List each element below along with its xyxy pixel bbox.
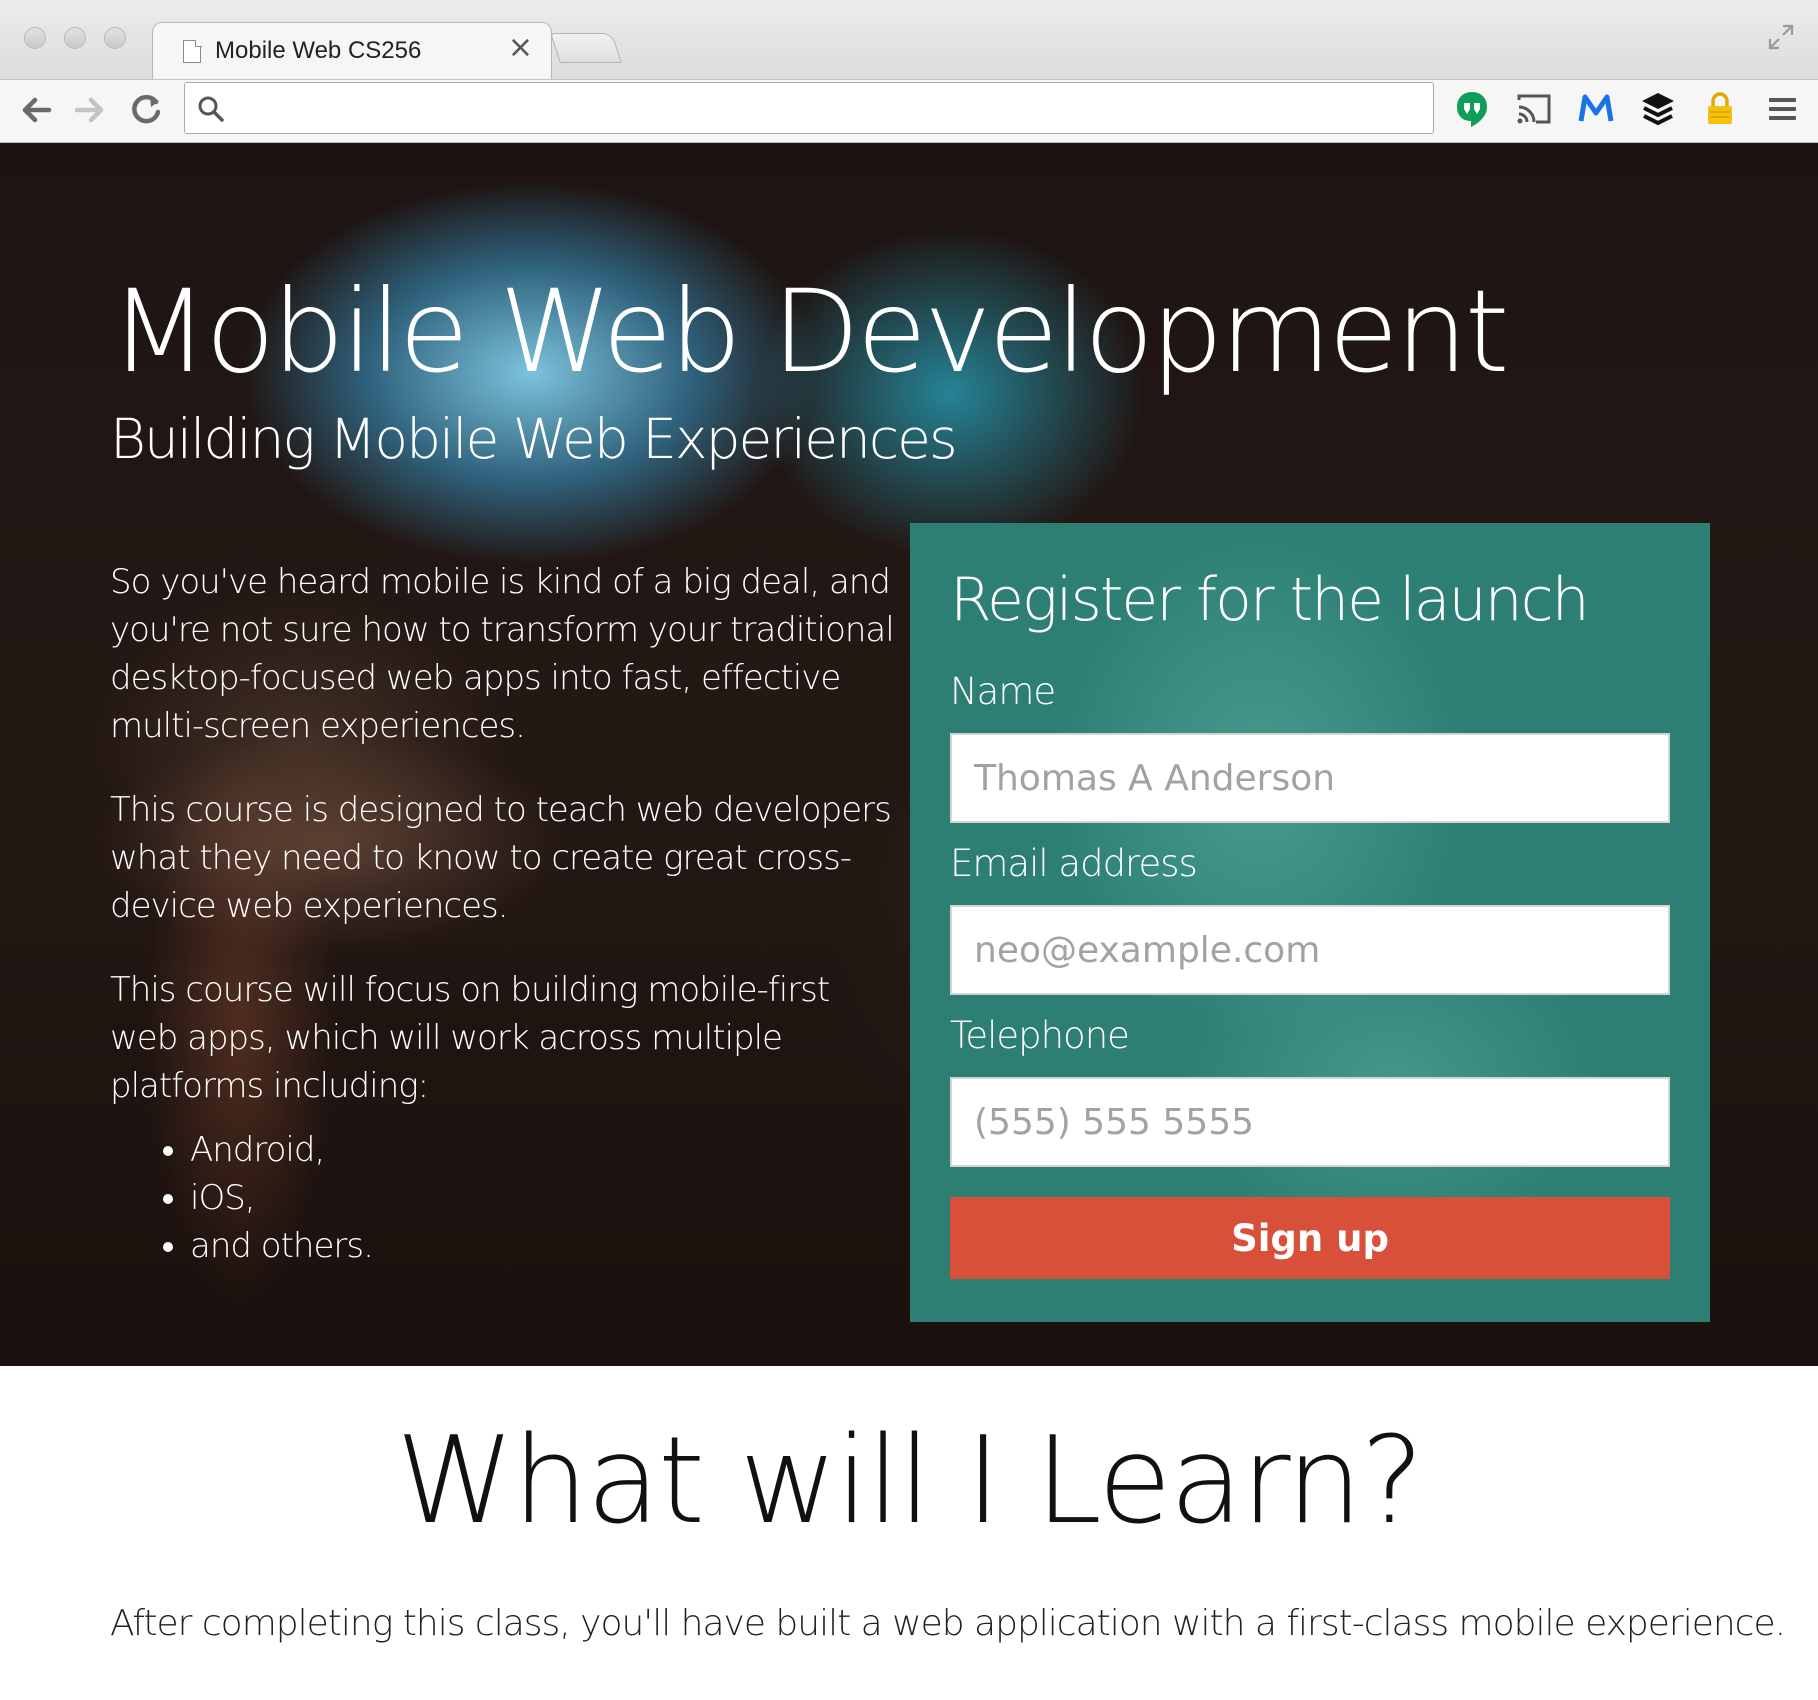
hero-section: Mobile Web Development Building Mobile W… [0,143,1818,1366]
platform-list: Android, iOS, and others. [110,1126,900,1270]
name-field[interactable] [950,733,1670,823]
zoom-window-icon[interactable] [104,27,126,49]
forward-arrow-icon[interactable] [70,90,110,130]
intro-paragraph: This course is designed to teach web dev… [110,790,892,926]
new-tab-button[interactable] [550,33,622,63]
address-bar[interactable] [184,82,1434,134]
email-field[interactable] [950,905,1670,995]
back-arrow-icon[interactable] [16,90,56,130]
telephone-field[interactable] [950,1077,1670,1167]
browser-tab-active[interactable]: Mobile Web CS256 × [152,22,552,80]
register-title: Register for the launch [950,565,1590,635]
buffer-stack-icon[interactable] [1638,89,1678,129]
lastpass-lock-icon[interactable] [1700,89,1740,129]
name-label: Name [950,670,1056,713]
page-title: Mobile Web Development [110,265,1509,398]
tab-title: Mobile Web CS256 [215,37,422,64]
tab-close-icon[interactable]: × [508,33,533,63]
intro-paragraph: So you've heard mobile is kind of a big … [110,562,895,746]
telephone-label: Telephone [950,1014,1130,1057]
page-subtitle: Building Mobile Web Experiences [110,407,958,471]
section-title: What will I Learn? [395,1412,1424,1551]
course-intro: So you've heard mobile is kind of a big … [110,558,900,1270]
learn-paragraph: After completing this class, you'll have… [110,1603,1786,1644]
email-label: Email address [950,842,1198,885]
minimize-window-icon[interactable] [64,27,86,49]
cast-icon[interactable] [1514,89,1554,129]
platform-list-item: Android, [190,1126,900,1174]
register-form: Register for the launch Name Email addre… [910,523,1710,1322]
browser-toolbar [0,79,1818,143]
platform-list-item: and others. [190,1222,900,1270]
platform-list-item: iOS, [190,1174,900,1222]
sign-up-button[interactable]: Sign up [950,1197,1670,1279]
fullscreen-icon[interactable] [1766,22,1796,52]
search-icon [198,96,224,122]
close-window-icon[interactable] [24,27,46,49]
learn-section-text: After completing this class, you'll have… [110,1600,1786,1682]
browser-window: Mobile Web CS256 × Mobile Web Developmen… [0,0,1818,1700]
intro-paragraph: This course will focus on building mobil… [110,970,830,1106]
menu-icon[interactable] [1762,89,1802,129]
document-icon [183,39,202,63]
reload-icon[interactable] [126,90,166,130]
hangouts-icon[interactable] [1452,89,1492,129]
tab-strip: Mobile Web CS256 × [0,0,1818,80]
mailchimp-m-icon[interactable] [1576,89,1616,129]
